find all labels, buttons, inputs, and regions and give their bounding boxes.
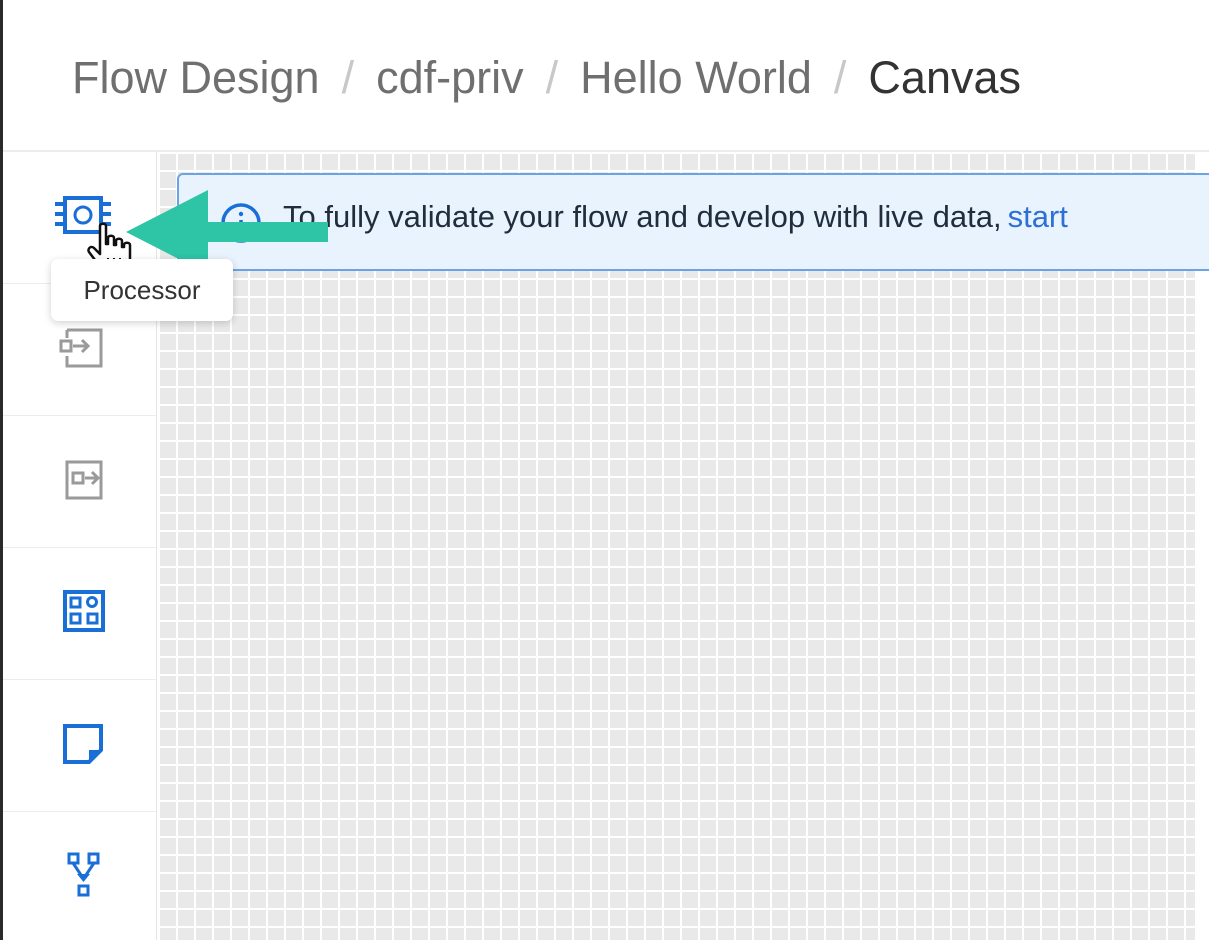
label-icon <box>63 724 103 764</box>
output-port-icon <box>65 460 103 500</box>
toolbar-item-output-port[interactable] <box>3 416 156 548</box>
toolbar-item-funnel[interactable] <box>3 812 156 944</box>
banner-message: To fully validate your flow and develop … <box>283 199 1068 235</box>
banner-text: To fully validate your flow and develop … <box>283 199 1002 234</box>
breadcrumb-item-cdf-priv[interactable]: cdf-priv <box>376 52 524 104</box>
banner-start-link[interactable]: start <box>1008 199 1068 234</box>
process-group-icon <box>63 590 105 632</box>
processor-tooltip: Processor <box>51 259 233 321</box>
breadcrumb-item-flow-design[interactable]: Flow Design <box>72 52 320 104</box>
breadcrumb: Flow Design / cdf-priv / Hello World / C… <box>72 48 1021 108</box>
breadcrumb-item-canvas: Canvas <box>868 52 1021 103</box>
funnel-icon <box>67 852 100 897</box>
breadcrumb-separator: / <box>833 52 847 103</box>
toolbar-item-label[interactable] <box>3 680 156 812</box>
breadcrumb-item-hello-world[interactable]: Hello World <box>580 52 812 104</box>
input-port-icon <box>59 328 103 368</box>
breadcrumb-separator: / <box>341 52 355 103</box>
toolbar-item-process-group[interactable] <box>3 548 156 680</box>
breadcrumb-separator: / <box>545 52 559 103</box>
